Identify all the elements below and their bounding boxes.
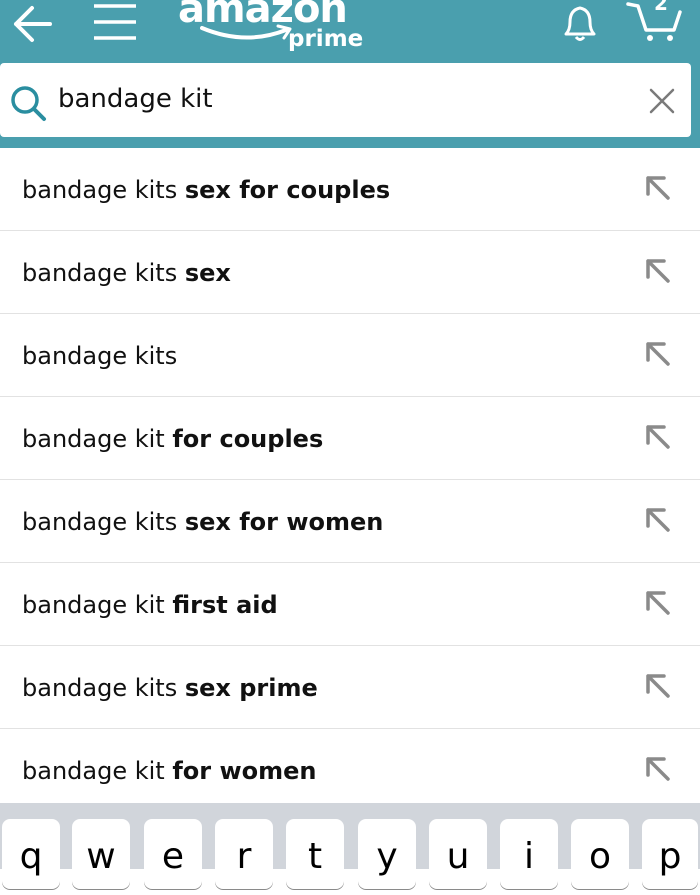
menu-icon[interactable]: [92, 2, 138, 42]
suggestion-text: bandage kit first aid: [22, 591, 278, 619]
fill-query-arrow-icon[interactable]: [640, 336, 676, 372]
search-icon: [11, 86, 46, 121]
bell-icon[interactable]: [558, 0, 602, 44]
suggestion-item[interactable]: bandage kits sex: [0, 231, 700, 314]
amazon-prime-logo[interactable]: amazon prime: [178, 0, 378, 56]
suggestion-item[interactable]: bandage kit for couples: [0, 397, 700, 480]
suggestion-text: bandage kits: [22, 342, 178, 370]
key-u[interactable]: u: [429, 819, 487, 889]
on-screen-keyboard: q w e r t y u i o p: [0, 803, 700, 889]
suggestion-item[interactable]: bandage kit for women: [0, 729, 700, 812]
key-y[interactable]: y: [358, 819, 416, 889]
key-q[interactable]: q: [2, 819, 60, 889]
search-input[interactable]: [58, 79, 618, 119]
key-t[interactable]: t: [286, 819, 344, 889]
logo-prime: prime: [288, 26, 364, 52]
key-r[interactable]: r: [215, 819, 273, 889]
search-bar-container: [0, 62, 700, 148]
key-p[interactable]: p: [642, 819, 698, 889]
suggestion-text: bandage kit for couples: [22, 425, 324, 453]
fill-query-arrow-icon[interactable]: [640, 502, 676, 538]
top-app-bar: amazon prime 2: [0, 0, 700, 62]
fill-query-arrow-icon[interactable]: [640, 585, 676, 621]
suggestion-item[interactable]: bandage kits: [0, 314, 700, 397]
logo-smile-icon: [200, 24, 292, 40]
fill-query-arrow-icon[interactable]: [640, 668, 676, 704]
suggestion-item[interactable]: bandage kits sex for couples: [0, 148, 700, 231]
suggestion-text: bandage kits sex for women: [22, 508, 384, 536]
key-i[interactable]: i: [500, 819, 558, 889]
back-arrow-icon[interactable]: [10, 2, 56, 48]
fill-query-arrow-icon[interactable]: [640, 419, 676, 455]
suggestion-text: bandage kits sex prime: [22, 674, 318, 702]
cart-count-badge: 2: [654, 0, 668, 15]
key-e[interactable]: e: [144, 819, 202, 889]
suggestion-item[interactable]: bandage kits sex for women: [0, 480, 700, 563]
suggestion-text: bandage kit for women: [22, 757, 317, 785]
search-box[interactable]: [0, 63, 691, 137]
suggestion-text: bandage kits sex: [22, 259, 231, 287]
key-w[interactable]: w: [72, 819, 130, 889]
close-icon[interactable]: [648, 87, 676, 115]
fill-query-arrow-icon[interactable]: [640, 751, 676, 787]
key-o[interactable]: o: [571, 819, 629, 889]
suggestion-text: bandage kits sex for couples: [22, 176, 391, 204]
suggestion-item[interactable]: bandage kits sex prime: [0, 646, 700, 729]
suggestion-item[interactable]: bandage kit first aid: [0, 563, 700, 646]
fill-query-arrow-icon[interactable]: [640, 170, 676, 206]
fill-query-arrow-icon[interactable]: [640, 253, 676, 289]
